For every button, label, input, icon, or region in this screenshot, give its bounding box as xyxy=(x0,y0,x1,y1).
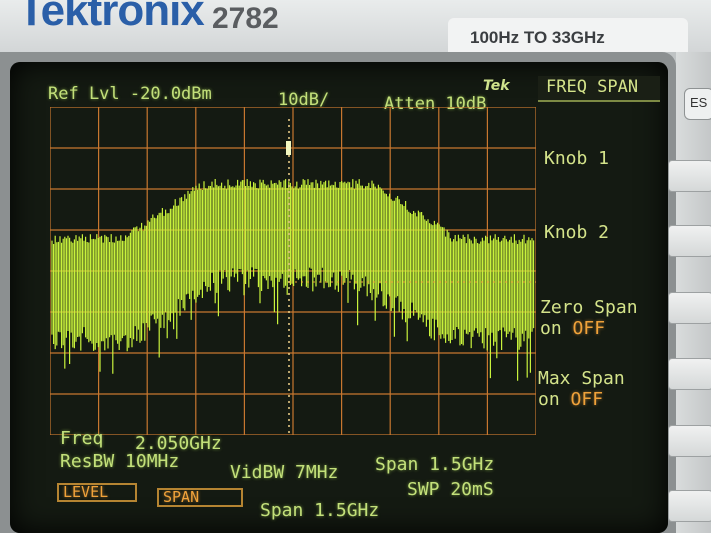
max-span-off-option: OFF xyxy=(570,389,604,410)
bezel-softkey-4[interactable] xyxy=(668,358,711,390)
level-button[interactable]: LEVEL xyxy=(57,483,137,502)
frequency-range-label: 100Hz TO 33GHz xyxy=(470,28,605,47)
span-button-label: SPAN xyxy=(163,488,200,506)
marker-peak xyxy=(286,141,291,155)
instrument-bezel-top: Tektronix 2782 100Hz TO 33GHz xyxy=(0,0,711,52)
tek-logo: Tek xyxy=(483,78,510,94)
brand-logo: Tektronix xyxy=(18,0,205,35)
menu-title-bar: FREQ SPAN xyxy=(538,76,660,102)
max-span-on-option: on xyxy=(538,389,560,410)
model-number: 2782 xyxy=(212,2,279,35)
softkey-label: Knob 1 xyxy=(544,148,610,169)
zero-span-on-option: on xyxy=(540,318,562,339)
bezel-softkey-5[interactable] xyxy=(668,425,711,457)
bezel-softkey-3[interactable] xyxy=(668,292,711,324)
ref-level-readout: Ref Lvl -20.0dBm xyxy=(48,84,212,104)
freq-label: Freq xyxy=(60,428,104,449)
softkey-knob-2[interactable]: Knob 2 xyxy=(544,222,664,243)
zero-span-off-option: OFF xyxy=(572,318,606,339)
softkey-zero-span[interactable]: Zero Span on OFF xyxy=(540,297,660,339)
softkey-label: Zero Span xyxy=(540,297,638,318)
spectrum-display xyxy=(50,107,536,435)
bottom-status-readout: Span 1.5GHz xyxy=(260,500,380,521)
softkey-max-span[interactable]: Max Span on OFF xyxy=(538,368,658,410)
softkey-label: Knob 2 xyxy=(544,222,610,243)
level-button-label: LEVEL xyxy=(63,483,109,501)
bezel-softkey-6[interactable] xyxy=(668,490,711,522)
resolution-bandwidth-readout: ResBW 10MHz xyxy=(60,451,180,472)
menu-title: FREQ SPAN xyxy=(546,77,639,97)
span-button[interactable]: SPAN xyxy=(157,488,243,507)
softkey-label: Max Span xyxy=(538,368,625,389)
escape-key[interactable]: ES xyxy=(684,88,711,120)
video-bandwidth-readout: VidBW 7MHz xyxy=(230,462,339,483)
bezel-softkey-1[interactable] xyxy=(668,160,711,192)
sweep-time-readout: SWP 20mS xyxy=(407,479,494,500)
bezel-softkey-2[interactable] xyxy=(668,225,711,257)
span-readout: Span 1.5GHz xyxy=(375,454,495,475)
softkey-knob-1[interactable]: Knob 1 xyxy=(544,148,664,169)
